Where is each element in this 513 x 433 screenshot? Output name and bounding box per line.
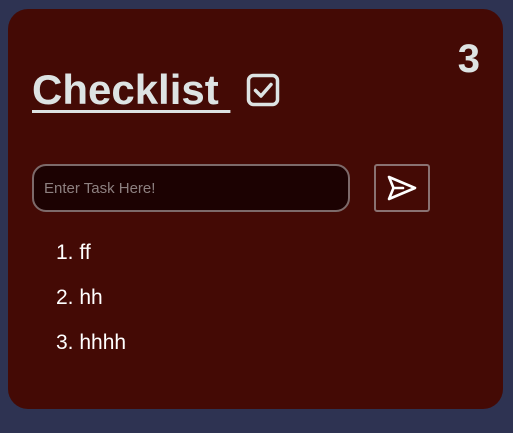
task-number: 1. bbox=[56, 241, 74, 264]
send-icon bbox=[387, 175, 417, 201]
task-list: 1. ff 2. hh 3. hhhh bbox=[56, 241, 126, 376]
task-number: 3. bbox=[56, 331, 74, 354]
task-count: 3 bbox=[457, 37, 480, 81]
task-list-item: 1. ff bbox=[56, 241, 126, 264]
task-text: hh bbox=[79, 286, 103, 309]
page-title: Checklist bbox=[32, 66, 231, 113]
task-number: 2. bbox=[56, 286, 74, 309]
task-text: hhhh bbox=[79, 331, 127, 354]
checkbox-checked-icon bbox=[246, 73, 280, 107]
checklist-card: 3 Checklist 1. ff 2. hh 3. hhhh bbox=[8, 9, 503, 409]
task-list-item: 3. hhhh bbox=[56, 331, 126, 354]
task-input[interactable] bbox=[32, 164, 350, 212]
task-input-row bbox=[32, 164, 430, 212]
add-task-button[interactable] bbox=[374, 164, 430, 212]
task-text: ff bbox=[79, 241, 91, 264]
task-list-item: 2. hh bbox=[56, 286, 126, 309]
title-row: Checklist bbox=[32, 66, 280, 113]
